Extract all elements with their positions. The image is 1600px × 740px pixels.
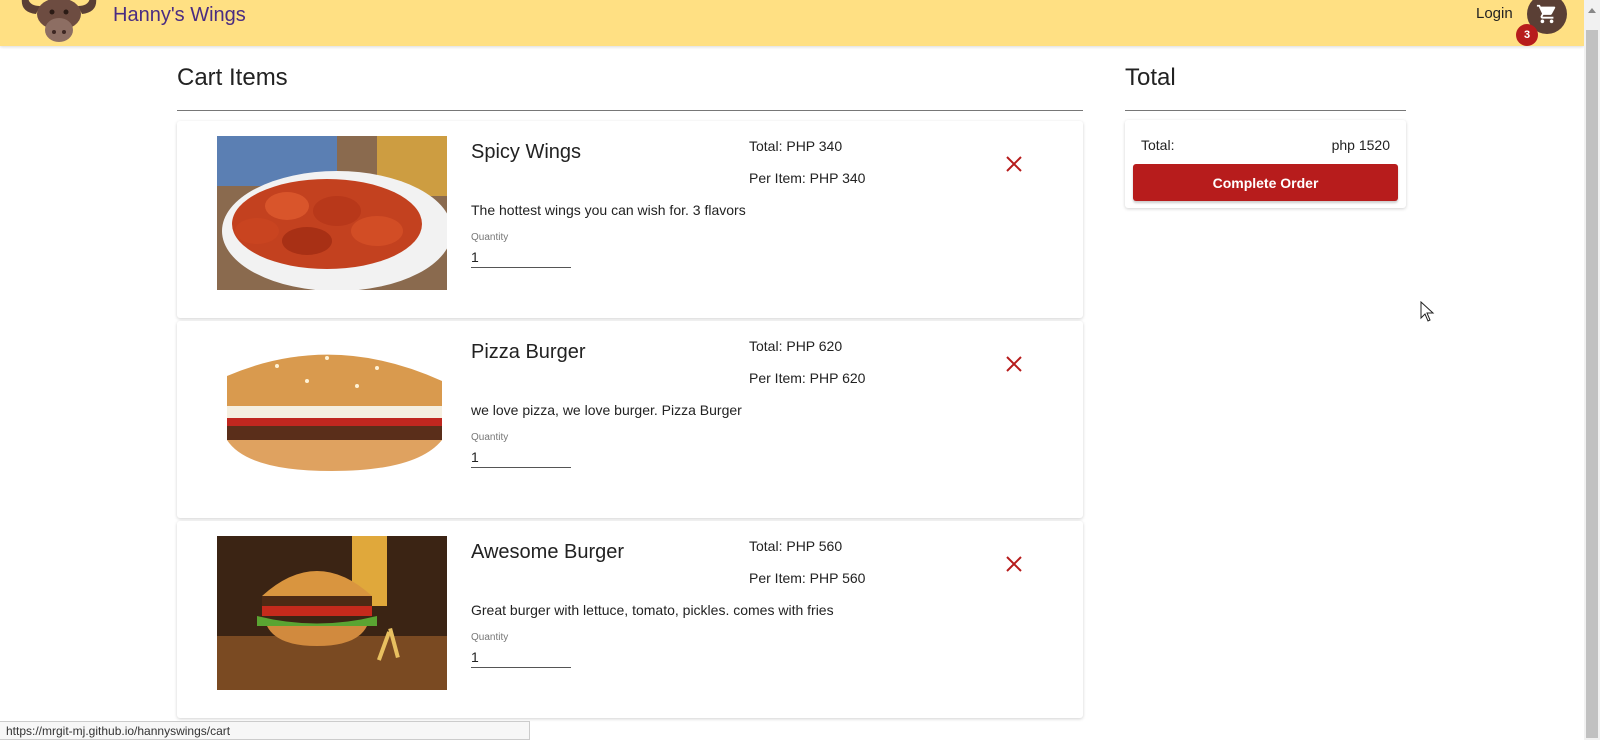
total-label: Total: [1141,137,1175,153]
item-name: Awesome Burger [471,541,625,563]
item-image-spicy-wings [217,136,447,290]
item-description: Great burger with lettuce, tomato, pickl… [471,602,834,618]
cart-items-title: Cart Items [177,64,288,91]
link-status-bar: https://mrgit-mj.github.io/hannyswings/c… [0,721,530,740]
item-image-pizza-burger [217,336,447,490]
page-scrollbar[interactable] [1584,0,1600,740]
complete-order-button[interactable]: Complete Order [1133,164,1398,201]
remove-item-icon[interactable] [1004,554,1024,574]
quantity-input[interactable] [471,647,571,668]
login-link[interactable]: Login [1476,5,1513,22]
order-summary-card: Total: php 1520 Complete Order [1125,120,1406,208]
item-total: Total: PHP 620 [749,338,843,354]
total-value: php 1520 [1331,137,1390,153]
item-per-price: Per Item: PHP 560 [749,570,866,586]
scroll-up-icon[interactable] [1588,8,1596,13]
brand-name[interactable]: Hanny's Wings [113,4,246,27]
item-total: Total: PHP 340 [749,138,843,154]
item-description: we love pizza, we love burger. Pizza Bur… [471,402,742,418]
item-image-awesome-burger [217,536,447,690]
quantity-input[interactable] [471,247,571,268]
cart-divider [177,110,1083,111]
quantity-label: Quantity [471,232,509,243]
cart-item-card: Pizza Burger Total: PHP 620 Per Item: PH… [177,321,1083,518]
remove-item-icon[interactable] [1004,154,1024,174]
scroll-thumb[interactable] [1586,30,1598,738]
item-description: The hottest wings you can wish for. 3 fl… [471,202,746,218]
app-header: Hanny's Wings Login [0,0,1584,46]
quantity-label: Quantity [471,632,509,643]
item-per-price: Per Item: PHP 340 [749,170,866,186]
quantity-input[interactable] [471,447,571,468]
total-divider [1125,110,1406,111]
total-title: Total [1125,64,1176,91]
shopping-cart-icon [1536,4,1556,24]
cart-item-card: Spicy Wings Total: PHP 340 Per Item: PHP… [177,121,1083,318]
bull-logo-icon[interactable] [18,0,100,46]
quantity-label: Quantity [471,432,509,443]
item-total: Total: PHP 560 [749,538,843,554]
item-name: Pizza Burger [471,341,586,363]
item-name: Spicy Wings [471,141,582,163]
cart-item-card: Awesome Burger Total: PHP 560 Per Item: … [177,521,1083,718]
cart-count-badge: 3 [1516,24,1538,46]
remove-item-icon[interactable] [1004,354,1024,374]
item-per-price: Per Item: PHP 620 [749,370,866,386]
mouse-cursor-icon [1420,301,1435,322]
